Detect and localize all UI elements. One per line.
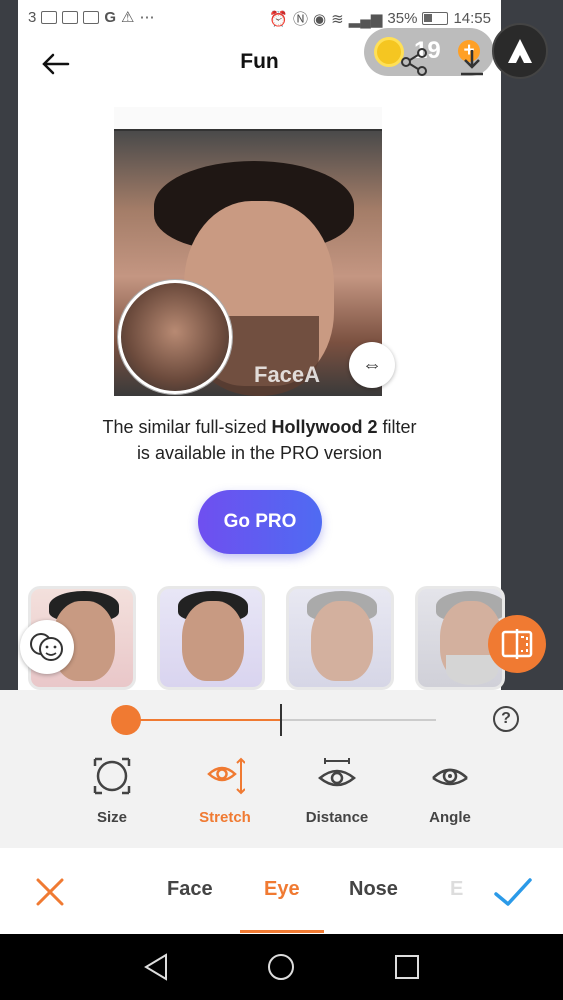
- compare-button[interactable]: [488, 615, 546, 673]
- cancel-button[interactable]: [30, 872, 70, 912]
- intensity-slider-fill: [126, 719, 281, 721]
- tab-eye[interactable]: Eye: [264, 878, 300, 901]
- tool-angle[interactable]: Angle: [405, 756, 495, 826]
- angle-icon: [432, 768, 468, 786]
- app-assistant-avatar[interactable]: [492, 23, 548, 79]
- tab-nose[interactable]: Nose: [349, 878, 398, 901]
- clock: 14:55: [453, 10, 491, 27]
- battery-percent: 35%: [387, 10, 418, 27]
- promo-line-1: The similar full-sized Hollywood 2 filte…: [102, 417, 417, 437]
- wifi-icon: ≋: [331, 10, 344, 28]
- watermark: FaceA: [254, 362, 321, 387]
- distance-icon: [318, 758, 356, 787]
- tool-label: Size: [96, 809, 127, 826]
- alarm-icon: ⏰: [269, 10, 289, 28]
- confirm-button[interactable]: [492, 872, 534, 912]
- filter-thumbnail-strip: [28, 586, 511, 690]
- face-select-button[interactable]: [20, 620, 74, 674]
- notification-count: 3: [28, 8, 37, 26]
- intensity-slider-knob[interactable]: [111, 705, 141, 735]
- filter-panel: Fun FaceA ⇔ The similar full-sized Holly…: [18, 34, 505, 690]
- tool-label: Distance: [305, 809, 369, 826]
- preview-top-strip: [114, 107, 382, 131]
- assistant-logo-icon: [508, 39, 532, 63]
- gallery-notification-icon: [41, 10, 58, 24]
- status-right: ⏰ Ⓝ ◉ ≋ ▂▄▆ 35% 14:55: [269, 8, 491, 29]
- eye-comfort-icon: ◉: [313, 10, 327, 28]
- slider-center-mark: [280, 704, 282, 736]
- download-icon[interactable]: [458, 46, 486, 78]
- tab-next-partial[interactable]: E: [450, 878, 463, 901]
- tool-size[interactable]: Size: [67, 756, 157, 826]
- tool-label: Stretch: [199, 809, 251, 826]
- tool-stretch[interactable]: Stretch: [180, 756, 270, 826]
- nav-back-icon[interactable]: [140, 952, 172, 982]
- google-notification-icon: G: [104, 8, 117, 26]
- move-arrows-icon: ⇔: [362, 354, 382, 376]
- promo-line-2: is available in the PRO version: [136, 443, 383, 463]
- nav-home-icon[interactable]: [266, 952, 296, 982]
- battery-icon: [422, 12, 449, 25]
- share-icon[interactable]: [400, 48, 430, 76]
- filter-thumbnail[interactable]: [286, 586, 394, 690]
- tab-face[interactable]: Face: [167, 878, 213, 901]
- system-nav-bar: [0, 934, 563, 1000]
- pro-promo-text: The similar full-sized Hollywood 2 filte…: [18, 414, 501, 466]
- faces-icon: [30, 633, 63, 661]
- status-left: 3 G ⚠ ⋯: [28, 8, 155, 27]
- feature-tab-bar: Face Eye Nose E: [0, 848, 563, 934]
- nav-recents-icon[interactable]: [393, 952, 421, 982]
- help-button[interactable]: ?: [493, 706, 519, 732]
- signal-icon: ▂▄▆: [348, 10, 383, 28]
- background-left: [0, 0, 18, 690]
- move-handle-button[interactable]: ⇔: [349, 342, 395, 388]
- tool-distance[interactable]: Distance: [292, 756, 382, 826]
- nfc-icon: Ⓝ: [293, 11, 309, 28]
- go-pro-button[interactable]: Go PRO: [198, 490, 322, 554]
- game-notification-icon: [83, 10, 100, 24]
- filter-name: Hollywood 2: [271, 417, 378, 437]
- stretch-icon: [207, 757, 246, 795]
- size-icon: [93, 757, 131, 795]
- more-notifications-icon: ⋯: [139, 9, 155, 26]
- compare-icon: [501, 629, 533, 659]
- tool-label: Angle: [429, 809, 471, 826]
- active-tab-indicator: [240, 930, 324, 933]
- adjust-controls: ? Size Stretch Distance Angle: [0, 690, 563, 848]
- warning-icon: ⚠: [121, 9, 135, 26]
- filter-thumbnail[interactable]: [157, 586, 265, 690]
- app-notification-icon: [62, 10, 79, 24]
- original-photo-thumbnail: [118, 280, 232, 394]
